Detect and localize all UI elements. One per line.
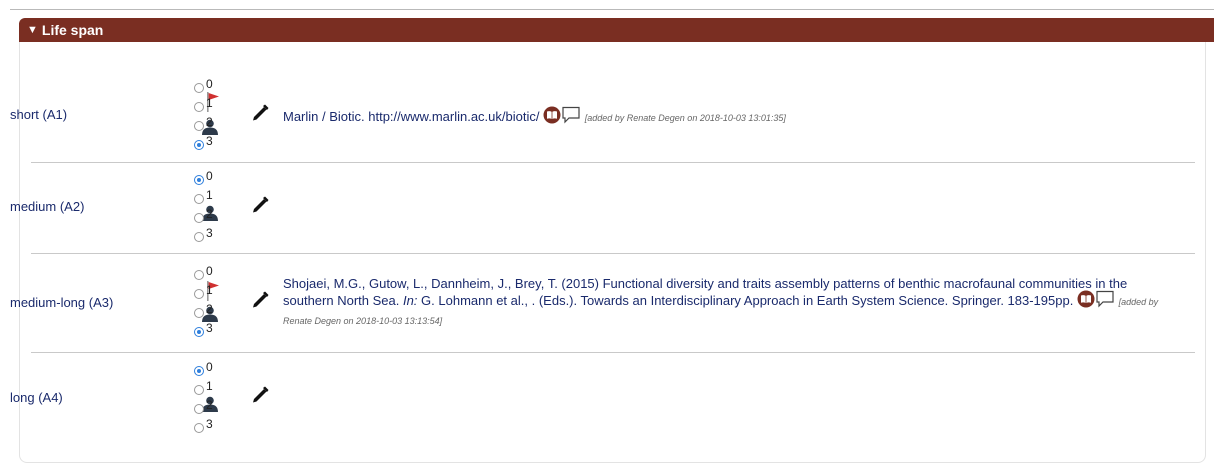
radio-button[interactable]: [194, 385, 204, 395]
trait-label-medium[interactable]: medium (A2): [10, 199, 84, 214]
reference-entry: Shojaei, M.G., Gutow, L., Dannheim, J., …: [283, 275, 1163, 330]
rating-radio-3[interactable]: 3: [194, 417, 224, 435]
radio-button[interactable]: [194, 83, 204, 93]
pencil-icon[interactable]: [251, 196, 269, 214]
radio-button[interactable]: [194, 102, 204, 112]
added-by-note: [added by Renate Degen on 2018-10-03 13:…: [584, 113, 786, 123]
rating-radio-3[interactable]: 3: [194, 226, 224, 244]
radio-button[interactable]: [194, 270, 204, 280]
rating-radio-3[interactable]: 3: [194, 134, 224, 152]
rating-radio-0[interactable]: 0: [194, 77, 224, 95]
in-label: In:: [402, 293, 418, 308]
rating-radio-3[interactable]: 3: [194, 321, 224, 339]
rating-radio-1[interactable]: 1: [194, 283, 224, 301]
rating-radio-0[interactable]: 0: [194, 360, 224, 378]
rating-radio-1[interactable]: 1: [194, 379, 224, 397]
radio-button-selected[interactable]: [194, 327, 204, 337]
comment-icon[interactable]: [1095, 290, 1115, 308]
triangle-down-icon[interactable]: ▼: [27, 18, 38, 42]
rating-radio-2[interactable]: 2: [194, 398, 224, 416]
trait-label-short[interactable]: short (A1): [10, 107, 67, 122]
rating-radio-1[interactable]: 1: [194, 188, 224, 206]
radio-button[interactable]: [194, 308, 204, 318]
radio-button-selected[interactable]: [194, 366, 204, 376]
section-header[interactable]: ▼ Life span: [19, 18, 1214, 42]
rating-radio-2[interactable]: 2: [194, 207, 224, 225]
radio-button[interactable]: [194, 194, 204, 204]
radio-button[interactable]: [194, 213, 204, 223]
rating-radio-0[interactable]: 0: [194, 264, 224, 282]
pencil-icon[interactable]: [251, 104, 269, 122]
radio-button-selected[interactable]: [194, 175, 204, 185]
row-divider: [31, 162, 1195, 163]
reference-link[interactable]: Marlin / Biotic. http://www.marlin.ac.uk…: [283, 109, 539, 124]
radio-button-selected[interactable]: [194, 140, 204, 150]
trait-label-medium-long[interactable]: medium-long (A3): [10, 295, 113, 310]
reference-citation-source[interactable]: G. Lohmann et al., . (Eds.). Towards an …: [417, 293, 1073, 308]
section-title: Life span: [41, 22, 104, 38]
book-icon[interactable]: [543, 106, 561, 124]
row-divider: [31, 352, 1195, 353]
book-icon[interactable]: [1077, 290, 1095, 308]
rating-radio-2[interactable]: 2: [194, 115, 224, 133]
radio-button[interactable]: [194, 423, 204, 433]
radio-button[interactable]: [194, 404, 204, 414]
pencil-icon[interactable]: [251, 291, 269, 309]
trait-label-long[interactable]: long (A4): [10, 390, 63, 405]
rating-radio-2[interactable]: 2: [194, 302, 224, 320]
radio-button[interactable]: [194, 121, 204, 131]
pencil-icon[interactable]: [251, 386, 269, 404]
rating-radio-0[interactable]: 0: [194, 169, 224, 187]
radio-button[interactable]: [194, 289, 204, 299]
row-divider: [31, 253, 1195, 254]
rating-radio-1[interactable]: 1: [194, 96, 224, 114]
comment-icon[interactable]: [561, 106, 581, 124]
top-divider: [10, 9, 1214, 10]
reference-entry: Marlin / Biotic. http://www.marlin.ac.uk…: [283, 106, 1163, 127]
radio-button[interactable]: [194, 232, 204, 242]
